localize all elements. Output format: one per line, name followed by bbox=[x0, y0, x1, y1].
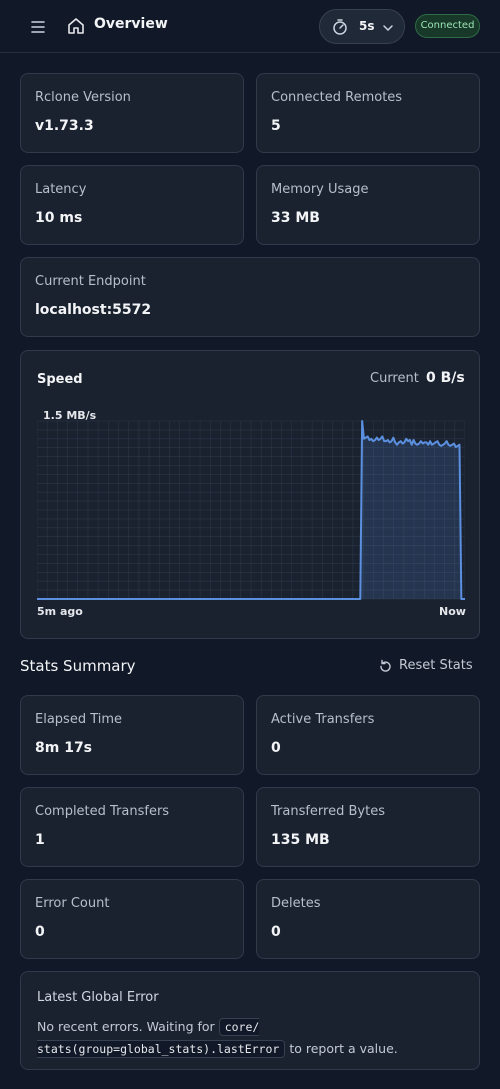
stat-card-label: Error Count bbox=[35, 896, 110, 911]
latest-error-message: No recent errors. Waiting for core/ stat… bbox=[37, 1016, 457, 1060]
info-card-label: Latency bbox=[35, 182, 87, 197]
info-card-latency: Latency 10 ms bbox=[20, 165, 244, 245]
x-axis-start-label: 5m ago bbox=[37, 605, 83, 618]
refresh-interval-select[interactable]: 5s bbox=[319, 9, 405, 44]
info-card-value: 10 ms bbox=[35, 210, 83, 226]
info-card-label: Rclone Version bbox=[35, 90, 131, 105]
info-card-label: Memory Usage bbox=[271, 182, 369, 197]
stat-card-value: 1 bbox=[35, 832, 45, 848]
stat-card-label: Transferred Bytes bbox=[271, 804, 385, 819]
timer-icon bbox=[330, 17, 350, 37]
stat-card-label: Completed Transfers bbox=[35, 804, 170, 819]
info-card-remotes: Connected Remotes 5 bbox=[256, 73, 480, 153]
stat-card-bytes: Transferred Bytes 135 MB bbox=[256, 787, 480, 867]
connection-status-badge: Connected bbox=[415, 14, 480, 38]
reset-stats-button[interactable]: Reset Stats bbox=[378, 657, 474, 677]
x-axis-end-label: Now bbox=[439, 605, 466, 618]
latest-error-text-before: No recent errors. Waiting for bbox=[37, 1019, 215, 1034]
info-card-label: Current Endpoint bbox=[35, 274, 146, 289]
speed-chart-card: Speed Current 0 B/s 1.5 MB/s 5m ago Now bbox=[20, 350, 480, 639]
chart-current-value: 0 B/s bbox=[426, 370, 465, 386]
stat-card-value: 135 MB bbox=[271, 832, 330, 848]
info-card-value: localhost:5572 bbox=[35, 302, 152, 318]
stat-card-label: Deletes bbox=[271, 896, 321, 911]
reset-icon bbox=[378, 659, 393, 674]
chart-current-label: Current bbox=[370, 371, 419, 386]
y-axis-max-label: 1.5 MB/s bbox=[43, 409, 97, 422]
stat-card-completed: Completed Transfers 1 bbox=[20, 787, 244, 867]
speed-chart bbox=[37, 420, 465, 600]
menu-icon[interactable] bbox=[26, 15, 50, 39]
latest-error-card: Latest Global Error No recent errors. Wa… bbox=[20, 971, 480, 1070]
info-card-value: 33 MB bbox=[271, 210, 320, 226]
stat-card-value: 0 bbox=[271, 740, 281, 756]
stat-card-value: 8m 17s bbox=[35, 740, 93, 756]
stat-card-value: 0 bbox=[35, 924, 45, 940]
latest-error-title: Latest Global Error bbox=[37, 990, 159, 1005]
stat-card-deletes: Deletes 0 bbox=[256, 879, 480, 959]
page-title: Overview bbox=[94, 16, 168, 32]
refresh-interval-value: 5s bbox=[359, 19, 375, 33]
stats-section-title: Stats Summary bbox=[20, 657, 136, 675]
top-bar: Overview 5s Connected bbox=[0, 0, 500, 53]
home-icon bbox=[66, 16, 86, 36]
stat-card-active: Active Transfers 0 bbox=[256, 695, 480, 775]
chart-title: Speed bbox=[37, 372, 83, 387]
info-card-value: 5 bbox=[271, 118, 281, 134]
chevron-down-icon bbox=[381, 20, 395, 34]
info-card-memory: Memory Usage 33 MB bbox=[256, 165, 480, 245]
info-card-value: v1.73.3 bbox=[35, 118, 94, 134]
stat-card-label: Active Transfers bbox=[271, 712, 375, 727]
stat-card-label: Elapsed Time bbox=[35, 712, 123, 727]
info-card-endpoint: Current Endpoint localhost:5572 bbox=[20, 257, 480, 337]
stat-card-value: 0 bbox=[271, 924, 281, 940]
info-card-version: Rclone Version v1.73.3 bbox=[20, 73, 244, 153]
stat-card-elapsed: Elapsed Time 8m 17s bbox=[20, 695, 244, 775]
stat-card-errors: Error Count 0 bbox=[20, 879, 244, 959]
info-card-label: Connected Remotes bbox=[271, 90, 403, 105]
reset-stats-label: Reset Stats bbox=[399, 658, 473, 673]
latest-error-text-after: to report a value. bbox=[289, 1041, 398, 1056]
